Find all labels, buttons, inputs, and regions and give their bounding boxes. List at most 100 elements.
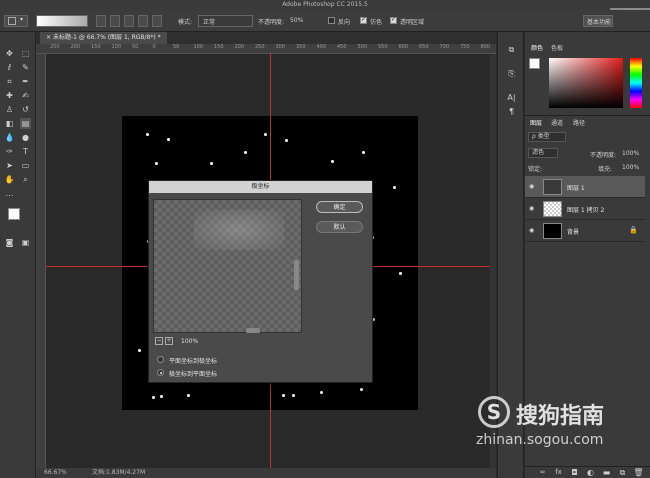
tool-preset-picker[interactable]: ▾ <box>4 15 28 27</box>
ruler-vertical <box>36 54 46 468</box>
gradient-tool-icon[interactable]: ▤ <box>20 118 31 129</box>
reflected-gradient-button[interactable] <box>138 15 148 27</box>
tab-swatches[interactable]: 色板 <box>551 43 563 52</box>
radial-gradient-button[interactable] <box>110 15 120 27</box>
tab-color[interactable]: 颜色 <box>531 43 543 52</box>
history-panel-icon[interactable]: ⧉ <box>506 44 517 55</box>
group-icon[interactable]: ▬ <box>601 467 612 478</box>
trash-icon[interactable]: 🗑 <box>633 467 644 478</box>
layer-row[interactable]: ◉ 图层 1 拷贝 2 <box>525 198 645 220</box>
gradient-preview[interactable] <box>36 15 88 27</box>
tab-channels[interactable]: 通道 <box>551 118 563 127</box>
layer-thumbnail <box>543 179 562 195</box>
workspace-button[interactable]: 基本功能 <box>583 15 613 27</box>
ok-button[interactable]: 确定 <box>316 201 363 213</box>
diamond-gradient-button[interactable] <box>152 15 162 27</box>
default-button[interactable]: 默认 <box>316 221 363 233</box>
layer-opacity-value[interactable]: 100% <box>622 150 639 157</box>
transparency-label: 透明区域 <box>400 19 425 26</box>
lasso-tool-icon[interactable]: ℓ <box>4 62 15 73</box>
quick-mask-icon[interactable]: ◙ <box>4 237 15 248</box>
tab-layers[interactable]: 图层 <box>530 118 542 127</box>
star-dot <box>155 162 158 165</box>
radio-polar-to-rect-label: 极坐标到平面坐标 <box>169 371 218 378</box>
sogou-watermark: S 搜狗指南 zhinan.sogou.com <box>470 392 650 452</box>
type-tool-icon[interactable]: T <box>20 146 31 157</box>
adjustment-icon[interactable]: ◐ <box>585 467 596 478</box>
foreground-color-swatch[interactable] <box>8 208 20 220</box>
eraser-tool-icon[interactable]: ◧ <box>4 118 15 129</box>
properties-panel-icon[interactable]: ⎘ <box>506 68 517 79</box>
dodge-tool-icon[interactable]: ● <box>20 132 31 143</box>
ruler-horizontal: 250 200 150 100 50 0 50 100 150 200 250 300 350 400 45… <box>36 44 496 54</box>
fill-value[interactable]: 100% <box>622 164 639 171</box>
color-panel-foreground[interactable] <box>529 58 540 69</box>
marquee-tool-icon[interactable]: ⬚ <box>20 48 31 59</box>
gradient-tool-icon <box>8 17 16 25</box>
layer-row[interactable]: ◉ 背景 🔒 <box>525 220 645 242</box>
layer-filter-select[interactable]: ρ 类型 <box>528 132 566 142</box>
mask-icon[interactable]: ◘ <box>569 467 580 478</box>
preview-scrollbar[interactable] <box>294 260 299 290</box>
angle-gradient-button[interactable] <box>124 15 134 27</box>
hue-slider[interactable] <box>630 58 642 108</box>
ruler-tick-label: 200 <box>70 44 81 50</box>
eye-icon[interactable]: ◉ <box>529 205 534 212</box>
color-picker-field[interactable] <box>549 58 623 108</box>
paragraph-panel-icon[interactable]: ¶ <box>506 106 517 117</box>
zoom-in-button[interactable]: + <box>165 337 173 345</box>
eye-icon[interactable]: ◉ <box>529 183 534 190</box>
ruler-tick-label: 400 <box>316 44 327 50</box>
more-tools-icon[interactable]: ⋯ <box>4 190 15 201</box>
character-panel-icon[interactable]: A| <box>506 92 517 103</box>
dither-checkbox[interactable] <box>360 16 367 24</box>
ruler-tick-label: 300 <box>275 44 286 50</box>
move-tool-icon[interactable]: ✥ <box>4 48 15 59</box>
document-tab[interactable]: × 未标题-1 @ 66.7% (图层 1, RGB/8*) * <box>40 32 167 44</box>
stamp-tool-icon[interactable]: ♙ <box>4 104 15 115</box>
star-dot <box>360 388 363 391</box>
crop-tool-icon[interactable]: ⌗ <box>4 76 15 87</box>
linear-gradient-button[interactable] <box>96 15 106 27</box>
zoom-out-button[interactable]: − <box>155 337 163 345</box>
layer-name: 背景 <box>567 229 580 236</box>
blend-mode-value: 滤色 <box>532 149 545 156</box>
screen-mode-icon[interactable]: ▣ <box>20 237 31 248</box>
blend-mode-select[interactable]: 滤色 <box>528 148 558 158</box>
radio-rect-to-polar[interactable] <box>157 356 164 363</box>
ruler-tick-label: 500 <box>357 44 368 50</box>
healing-tool-icon[interactable]: ✚ <box>4 90 15 101</box>
document-info: 文档:1.83M/4.27M <box>92 469 146 476</box>
star-dot <box>399 272 402 275</box>
quick-select-tool-icon[interactable]: ✎ <box>20 62 31 73</box>
zoom-level[interactable]: 66.67% <box>44 468 67 478</box>
hand-tool-icon[interactable]: ✋ <box>4 174 15 185</box>
tab-paths[interactable]: 路径 <box>573 118 585 127</box>
fx-icon[interactable]: fx <box>553 467 564 478</box>
radio-polar-to-rect[interactable] <box>157 369 164 376</box>
shape-tool-icon[interactable]: ▭ <box>20 160 31 171</box>
preview-scrollbar-h[interactable] <box>246 328 260 333</box>
star-dot <box>146 133 149 136</box>
layer-row[interactable]: ◉ 图层 1 <box>525 176 645 198</box>
link-icon[interactable]: ∞ <box>537 467 548 478</box>
opacity-value[interactable]: 50% <box>290 17 303 24</box>
brush-tool-icon[interactable]: ✍ <box>20 90 31 101</box>
layer-name: 图层 1 拷贝 2 <box>567 207 605 214</box>
eye-icon[interactable]: ◉ <box>529 227 534 234</box>
eyedropper-tool-icon[interactable]: ✒ <box>20 76 31 87</box>
reverse-checkbox[interactable] <box>328 17 335 24</box>
layer-thumbnail <box>543 201 562 217</box>
watermark-brand: 搜狗指南 <box>516 404 605 429</box>
transparency-checkbox[interactable] <box>390 16 397 24</box>
pen-tool-icon[interactable]: ✑ <box>4 146 15 157</box>
mode-select[interactable]: 正常 <box>198 15 253 27</box>
preview-zoom-value: 100% <box>181 338 199 345</box>
tab-close-icon[interactable]: × <box>46 34 51 41</box>
path-select-tool-icon[interactable]: ➤ <box>4 160 15 171</box>
new-layer-icon[interactable]: ⧉ <box>617 467 628 478</box>
blur-tool-icon[interactable]: 💧 <box>4 132 15 143</box>
filter-preview[interactable] <box>153 199 302 333</box>
history-brush-tool-icon[interactable]: ↺ <box>20 104 31 115</box>
zoom-tool-icon[interactable]: ⌕ <box>20 174 31 185</box>
